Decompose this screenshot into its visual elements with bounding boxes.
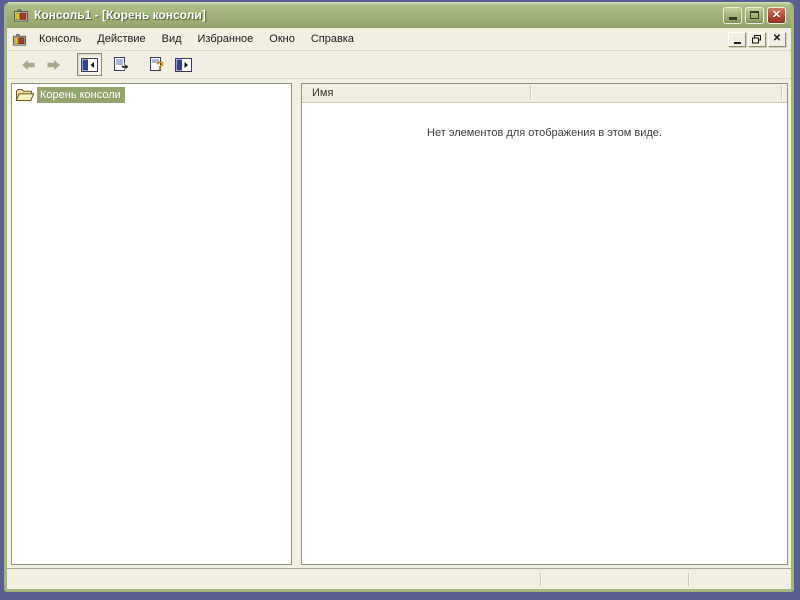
mmc-window: Консоль1 - [Корень консоли] ✕ Консоль Де… [4, 2, 794, 592]
maximize-icon [750, 11, 759, 19]
menu-help[interactable]: Справка [303, 29, 362, 49]
toolbar: ? [7, 51, 791, 79]
tree-item-console-root[interactable]: Корень консоли [15, 87, 291, 103]
child-restore-icon [752, 34, 761, 43]
forward-button[interactable] [41, 53, 66, 76]
status-bar [7, 568, 791, 589]
child-close-button[interactable]: ✕ [768, 31, 786, 47]
column-divider[interactable] [781, 86, 782, 100]
list-body: Нет элементов для отображения в этом вид… [302, 103, 787, 564]
menu-console[interactable]: Консоль [31, 29, 89, 49]
maximize-button[interactable] [745, 6, 764, 24]
child-restore-button[interactable] [748, 31, 766, 47]
column-header-name[interactable]: Имя [302, 87, 530, 99]
split-pane-icon [81, 57, 98, 72]
empty-view-message: Нет элементов для отображения в этом вид… [427, 127, 662, 139]
arrow-right-icon [47, 59, 60, 70]
menu-bar: Консоль Действие Вид Избранное Окно Спра… [7, 28, 791, 51]
export-list-icon [114, 57, 130, 71]
show-action-pane-button[interactable] [171, 53, 196, 76]
help-doc-icon: ? [150, 57, 164, 72]
close-icon: ✕ [771, 8, 782, 21]
menu-view[interactable]: Вид [154, 29, 190, 49]
child-minimize-button[interactable] [728, 31, 746, 47]
status-bar-divider [540, 573, 541, 586]
console-tree-pane: Корень консоли [11, 83, 292, 565]
help-button[interactable]: ? [145, 53, 170, 76]
action-pane-icon [175, 57, 192, 72]
export-list-button[interactable] [109, 53, 134, 76]
menu-window[interactable]: Окно [261, 29, 303, 49]
console-child-icon[interactable] [12, 32, 27, 47]
minimize-icon [728, 17, 737, 20]
status-bar-divider [688, 573, 689, 586]
column-divider[interactable] [530, 86, 531, 100]
tree-item-label: Корень консоли [37, 87, 125, 103]
menu-favorites[interactable]: Избранное [190, 29, 262, 49]
list-column-header-row: Имя [302, 84, 787, 103]
child-close-icon: ✕ [772, 33, 782, 44]
child-window-controls: ✕ [726, 31, 788, 47]
arrow-left-icon [21, 59, 34, 70]
svg-text:?: ? [157, 59, 164, 72]
toggle-console-tree-button[interactable] [77, 53, 102, 76]
minimize-button[interactable] [723, 6, 742, 24]
app-icon [13, 7, 29, 23]
open-folder-icon [15, 88, 35, 103]
menu-action[interactable]: Действие [89, 29, 153, 49]
child-minimize-icon [733, 42, 741, 44]
content-area: Корень консоли Имя Нет элементов для ото… [7, 79, 791, 568]
back-button[interactable] [15, 53, 40, 76]
title-bar: Консоль1 - [Корень консоли] ✕ [7, 2, 791, 28]
close-button[interactable]: ✕ [767, 6, 786, 24]
pane-splitter[interactable] [292, 83, 301, 565]
window-title: Консоль1 - [Корень консоли] [34, 8, 206, 22]
result-list-pane: Имя Нет элементов для отображения в этом… [301, 83, 788, 565]
